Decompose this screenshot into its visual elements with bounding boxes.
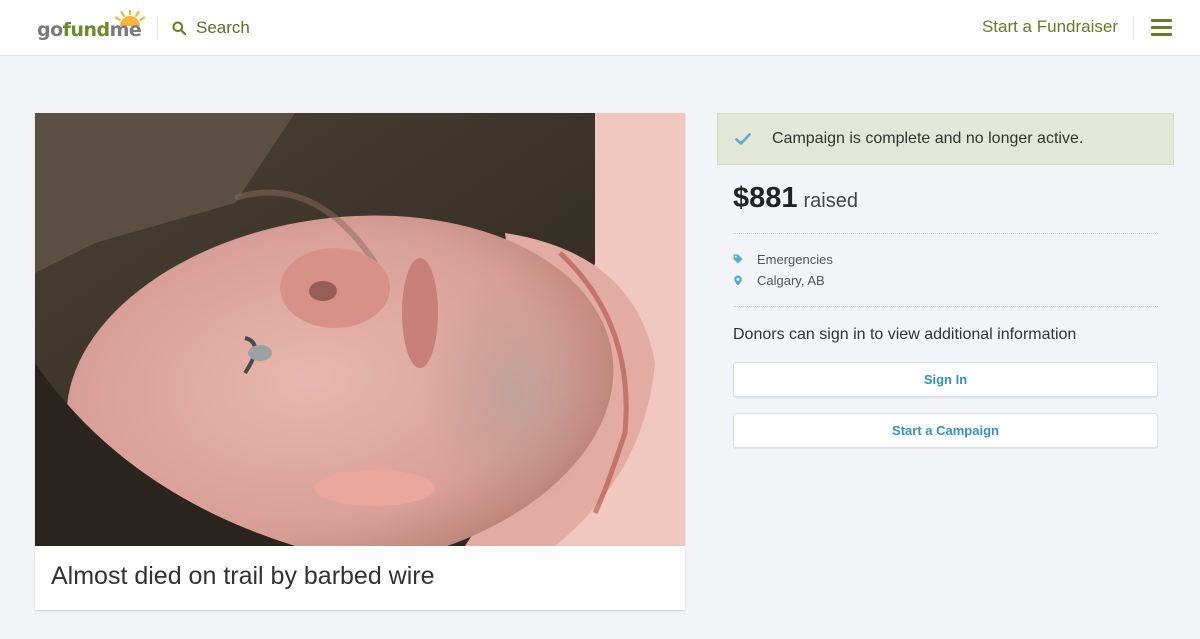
raised-label: raised (803, 190, 858, 212)
gofundme-logo[interactable]: gofundme (37, 10, 145, 46)
logo-wordmark: gofundme (37, 19, 142, 41)
header-divider-right (1133, 16, 1134, 40)
location-label: Calgary, AB (757, 273, 825, 288)
donors-sign-in-note: Donors can sign in to view additional in… (733, 326, 1077, 343)
top-navigation-bar: gofundme Search Start a Fundraiser (0, 0, 1200, 56)
tag-icon (733, 254, 743, 264)
campaign-status-banner: Campaign is complete and no longer activ… (717, 113, 1174, 165)
campaign-status-text: Campaign is complete and no longer activ… (772, 130, 1084, 147)
amount-raised: $881 raised (733, 182, 858, 215)
logo-fund: fund (62, 19, 110, 41)
raised-amount: $881 (733, 182, 798, 214)
header-divider (157, 16, 158, 40)
start-fundraiser-link[interactable]: Start a Fundraiser (982, 17, 1118, 37)
category-label: Emergencies (757, 252, 833, 267)
logo-me: me (109, 19, 142, 41)
search-label: Search (196, 18, 250, 37)
divider (733, 306, 1158, 307)
campaign-photo (35, 113, 685, 546)
search-button[interactable]: Search (172, 17, 250, 39)
campaign-photo-image (35, 113, 685, 546)
logo-go: go (37, 19, 63, 41)
map-pin-icon (734, 275, 742, 286)
search-icon (172, 21, 186, 35)
campaign-photo-card: Almost died on trail by barbed wire (35, 113, 685, 610)
check-icon (735, 133, 751, 145)
location-row: Calgary, AB (733, 273, 825, 288)
start-campaign-button[interactable]: Start a Campaign (733, 413, 1158, 448)
sign-in-button[interactable]: Sign In (733, 362, 1158, 397)
hamburger-menu-icon[interactable] (1151, 19, 1172, 36)
category-row[interactable]: Emergencies (733, 252, 833, 267)
campaign-title: Almost died on trail by barbed wire (51, 562, 435, 590)
divider (733, 233, 1158, 234)
